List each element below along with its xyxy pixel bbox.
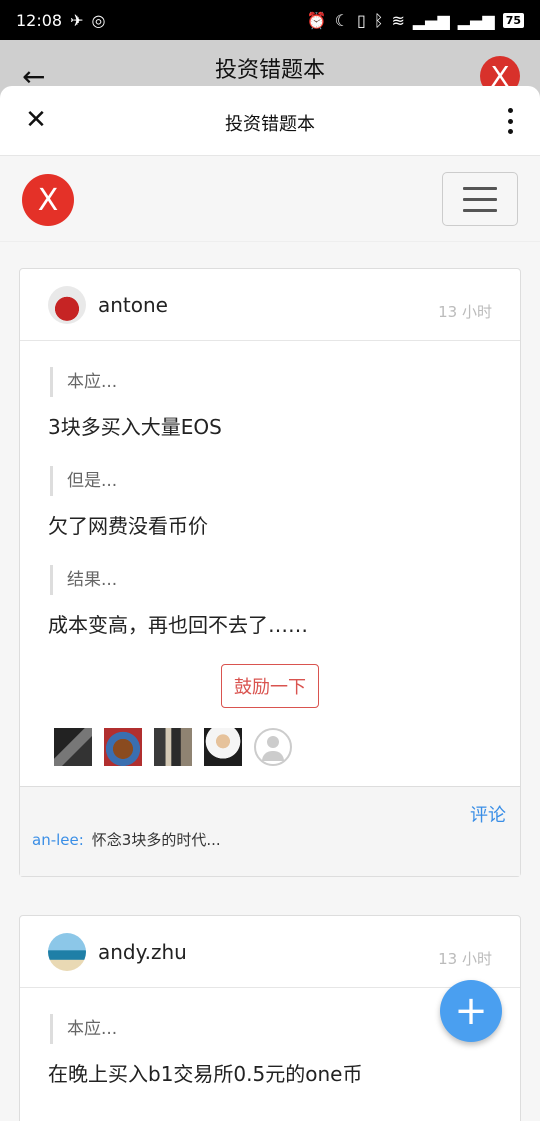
status-right: ⏰ ☾ ▯ ᛒ ≋ ▂▄▆ ▂▄▆ 75 — [307, 11, 524, 30]
vibrate-icon: ▯ — [357, 10, 366, 30]
sheet-header: ✕ 投资错题本 — [0, 86, 540, 156]
section-answer: 在晚上买入b1交易所0.5元的one币 — [48, 1062, 363, 1086]
data-icon: ◎ — [91, 10, 106, 30]
section-label: 本应... — [50, 367, 492, 397]
liker-avatar[interactable] — [154, 728, 192, 766]
comment-text: 怀念3块多的时代... — [91, 831, 221, 849]
sheet-title: 投资错题本 — [225, 114, 315, 135]
more-vertical-icon[interactable] — [506, 108, 514, 134]
section-answer: 欠了网费没看币价 — [48, 514, 208, 538]
encourage-wrap: 鼓励一下 — [48, 664, 492, 708]
wifi-icon: ≋ — [391, 10, 405, 30]
username[interactable]: antone — [98, 293, 168, 317]
plus-icon: + — [454, 988, 488, 1034]
section-answer: 3块多买入大量EOS — [48, 415, 222, 439]
post-body: 本应... 3块多买入大量EOS 但是... 欠了网费没看币价 结果... 成本… — [20, 341, 520, 786]
liker-avatar[interactable] — [54, 728, 92, 766]
section-label: 本应... — [50, 1014, 492, 1044]
add-post-button[interactable]: + — [440, 980, 502, 1042]
encourage-button[interactable]: 鼓励一下 — [221, 664, 319, 708]
status-left: 12:08 ✈ ◎ — [16, 11, 105, 30]
signal-icon: ✈ — [70, 10, 84, 30]
site-navbar: X — [0, 156, 540, 242]
status-time: 12:08 — [16, 10, 63, 30]
liker-avatar[interactable] — [104, 728, 142, 766]
comment-button[interactable]: 评论 — [470, 801, 506, 827]
section-answer: 成本变高，再也回不去了…… — [48, 613, 308, 637]
cell-signal-2-icon: ▂▄▆ — [457, 10, 495, 30]
post-card: antone 13 小时 本应... 3块多买入大量EOS 但是... 欠了网费… — [19, 268, 521, 877]
underlying-title: 投资错题本 — [214, 58, 325, 83]
moon-icon: ☾ — [334, 10, 350, 30]
section-label: 但是... — [50, 466, 492, 496]
hamburger-icon[interactable] — [442, 172, 518, 226]
battery-icon: 75 — [502, 12, 524, 28]
comment-section: 评论 an-lee: 怀念3块多的时代... — [20, 786, 520, 876]
alarm-icon: ⏰ — [306, 10, 327, 30]
username[interactable]: andy.zhu — [98, 940, 187, 964]
status-bar: 12:08 ✈ ◎ ⏰ ☾ ▯ ᛒ ≋ ▂▄▆ ▂▄▆ 75 — [0, 0, 540, 40]
commenter-name[interactable]: an-lee: — [32, 831, 84, 849]
webview-sheet: ✕ 投资错题本 X antone 13 小时 本应... 3块多买入大量EOS … — [0, 86, 540, 1121]
site-logo[interactable]: X — [22, 174, 74, 226]
post-header: antone 13 小时 — [20, 269, 520, 341]
liker-avatar[interactable] — [204, 728, 242, 766]
post-time: 13 小时 — [438, 303, 492, 321]
default-avatar-icon[interactable] — [254, 728, 292, 766]
avatar[interactable] — [48, 933, 86, 971]
post-time: 13 小时 — [438, 950, 492, 968]
liker-avatars — [48, 728, 492, 766]
comment-item: an-lee: 怀念3块多的时代... — [32, 829, 221, 850]
section-label: 结果... — [50, 565, 492, 595]
post-header: andy.zhu 13 小时 — [20, 916, 520, 988]
bluetooth-icon: ᛒ — [373, 10, 384, 30]
cell-signal-icon: ▂▄▆ — [412, 10, 450, 30]
avatar[interactable] — [48, 286, 86, 324]
